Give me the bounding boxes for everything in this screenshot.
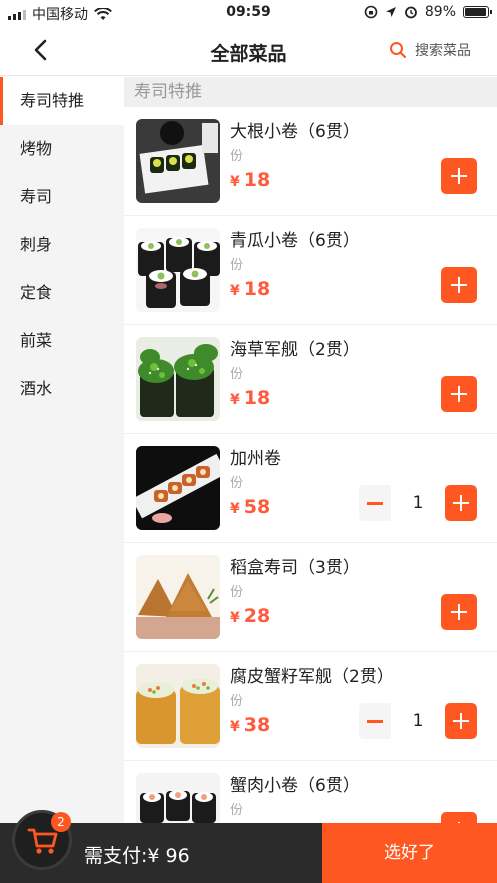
dish-name: 稻盒寿司（3贯） — [230, 558, 360, 578]
sidebar-item-sashimi[interactable]: 刺身 — [0, 221, 124, 269]
list-item[interactable]: 腐皮蟹籽军舰（2贯） 份 ¥38 1 — [124, 652, 497, 761]
cart-bar: 需支付:¥ 96 选好了 — [0, 823, 497, 883]
dish-name: 蟹肉小卷（6贯） — [230, 776, 360, 796]
status-bar: 中国移动 09:59 89% — [0, 0, 497, 26]
dish-unit: 份 — [230, 149, 244, 164]
dish-unit: 份 — [230, 803, 244, 818]
dish-unit: 份 — [230, 367, 244, 382]
alarm-icon — [404, 6, 417, 19]
quantity-stepper: 1 — [359, 485, 477, 521]
dish-price: ¥18 — [230, 169, 271, 191]
list-item[interactable]: 稻盒寿司（3贯） 份 ¥28 — [124, 543, 497, 652]
list-item[interactable]: 海草军舰（2贯） 份 ¥18 — [124, 325, 497, 434]
dish-price: ¥38 — [230, 714, 271, 736]
category-sidebar: 寿司特推 烤物 寿司 刺身 定食 前菜 酒水 — [0, 77, 124, 823]
dish-unit: 份 — [230, 476, 244, 491]
confirm-button[interactable]: 选好了 — [322, 823, 497, 883]
search-label: 搜索菜品 — [415, 43, 471, 59]
dish-image — [136, 446, 220, 530]
list-item[interactable]: 大根小卷（6贯） 份 ¥18 — [124, 107, 497, 216]
sidebar-item-set-meal[interactable]: 定食 — [0, 269, 124, 317]
search-icon — [390, 42, 407, 59]
dish-list: 寿司特推 大根小卷（6贯） 份 ¥18 青瓜小卷（6贯） 份 ¥ 18 海草军舰… — [124, 77, 497, 823]
sidebar-item-grilled[interactable]: 烤物 — [0, 125, 124, 173]
nav-bar: 全部菜品 搜索菜品 — [0, 26, 497, 76]
sidebar-item-drinks[interactable]: 酒水 — [0, 365, 124, 413]
dish-price: ¥18 — [230, 387, 271, 409]
dish-unit: 份 — [230, 694, 244, 709]
dish-name: 青瓜小卷（6贯） — [230, 231, 360, 251]
list-item[interactable]: 青瓜小卷（6贯） 份 ¥18 — [124, 216, 497, 325]
plus-button[interactable] — [445, 485, 477, 521]
cart-icon — [27, 828, 58, 854]
dish-name: 加州卷 — [230, 449, 281, 469]
dish-image — [136, 664, 220, 748]
sidebar-item-sushi[interactable]: 寿司 — [0, 173, 124, 221]
location-icon — [385, 6, 396, 17]
total-amount: 需支付:¥ 96 — [84, 845, 190, 867]
dish-image — [136, 555, 220, 639]
dish-unit: 份 — [230, 258, 244, 273]
add-button[interactable] — [441, 812, 477, 823]
plus-button[interactable] — [445, 703, 477, 739]
add-button[interactable] — [441, 158, 477, 194]
add-button[interactable] — [441, 267, 477, 303]
dish-image — [136, 119, 220, 203]
quantity-value: 1 — [391, 485, 445, 521]
dish-image — [136, 773, 220, 823]
minus-button[interactable] — [359, 485, 391, 521]
add-button[interactable] — [441, 376, 477, 412]
quantity-value: 1 — [391, 703, 445, 739]
dish-name: 大根小卷（6贯） — [230, 122, 360, 142]
add-button[interactable] — [441, 594, 477, 630]
dish-image — [136, 228, 220, 312]
dish-name: 腐皮蟹籽军舰（2贯） — [230, 667, 394, 687]
dish-name: 海草军舰（2贯） — [230, 340, 360, 360]
dish-image — [136, 337, 220, 421]
dish-price: ¥18 — [230, 278, 271, 300]
list-item[interactable]: 蟹肉小卷（6贯） 份 — [124, 761, 497, 823]
category-header: 寿司特推 — [124, 77, 497, 107]
search-button[interactable]: 搜索菜品 — [389, 40, 471, 60]
list-item[interactable]: 加州卷 份 ¥58 1 — [124, 434, 497, 543]
dish-price: ¥58 — [230, 496, 271, 518]
sidebar-item-featured-sushi[interactable]: 寿司特推 — [0, 77, 124, 125]
cart-count-badge: 2 — [51, 812, 71, 832]
lock-rotation-icon — [364, 5, 378, 19]
battery-percent: 89% — [424, 4, 456, 20]
dish-price: ¥28 — [230, 605, 271, 627]
minus-button[interactable] — [359, 703, 391, 739]
quantity-stepper: 1 — [359, 703, 477, 739]
battery-icon — [463, 6, 492, 18]
dish-unit: 份 — [230, 585, 244, 600]
sidebar-item-appetizer[interactable]: 前菜 — [0, 317, 124, 365]
